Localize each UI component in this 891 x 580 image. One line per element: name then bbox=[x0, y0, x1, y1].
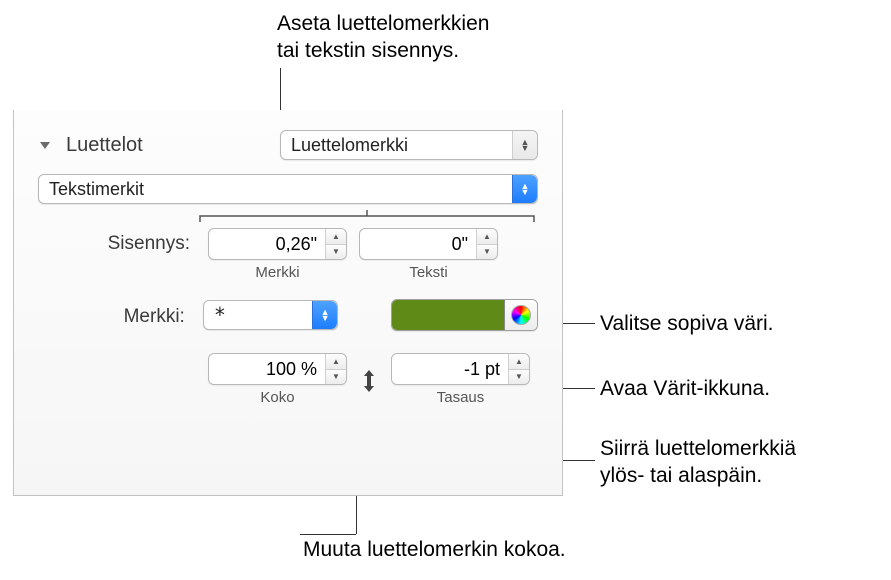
annotation-change-size: Muuta luettelomerkin kokoa. bbox=[303, 536, 566, 563]
open-colors-button[interactable] bbox=[505, 300, 537, 330]
annotation-choose-color: Valitse sopiva väri. bbox=[600, 310, 774, 337]
text-indent-input[interactable] bbox=[360, 234, 476, 255]
stepper-down-icon[interactable]: ▼ bbox=[326, 369, 346, 385]
stepper-up-icon[interactable]: ▲ bbox=[509, 354, 529, 369]
bullet-char-popup[interactable]: * ▲▼ bbox=[203, 300, 338, 330]
bullet-indent-input[interactable] bbox=[209, 234, 325, 255]
disclosure-down-icon[interactable] bbox=[38, 138, 52, 152]
stepper-up-icon[interactable]: ▲ bbox=[326, 354, 346, 369]
stepper-up-icon[interactable]: ▲ bbox=[477, 229, 497, 244]
updown-arrows-icon: ▲▼ bbox=[312, 301, 337, 329]
color-well[interactable] bbox=[392, 300, 505, 330]
bullet-align-input[interactable] bbox=[392, 359, 508, 380]
bullet-indent-field[interactable]: ▲ ▼ bbox=[208, 228, 347, 260]
updown-arrows-icon: ▲▼ bbox=[512, 131, 537, 159]
section-title: Luettelot bbox=[60, 134, 272, 157]
updown-arrows-icon: ▲▼ bbox=[512, 175, 537, 203]
align-sublabel: Tasaus bbox=[437, 389, 485, 406]
stepper-down-icon[interactable]: ▼ bbox=[326, 244, 346, 260]
stepper-down-icon[interactable]: ▼ bbox=[477, 244, 497, 260]
text-indent-field[interactable]: ▲ ▼ bbox=[359, 228, 498, 260]
bullet-align-field[interactable]: ▲ ▼ bbox=[391, 353, 530, 385]
indent-bracket bbox=[38, 210, 538, 224]
bullet-indent-sublabel: Merkki bbox=[255, 264, 299, 281]
bullet-size-input[interactable] bbox=[209, 359, 325, 380]
bullet-size-field[interactable]: ▲ ▼ bbox=[208, 353, 347, 385]
lists-panel: Luettelot Luettelomerkki ▲▼ Tekstimerkit… bbox=[13, 110, 563, 496]
annotation-open-colors: Avaa Värit-ikkuna. bbox=[600, 375, 770, 402]
popup-label: Tekstimerkit bbox=[39, 179, 512, 200]
annotation-set-indent: Aseta luettelomerkkien tai tekstin sisen… bbox=[277, 10, 489, 65]
color-wheel-icon bbox=[511, 305, 531, 325]
stepper-down-icon[interactable]: ▼ bbox=[509, 369, 529, 385]
annotation-move-bullet: Siirrä luettelomerkkiä ylös- tai alaspäi… bbox=[600, 435, 796, 490]
bullet-indent-stepper[interactable]: ▲ ▼ bbox=[325, 229, 346, 259]
list-type-popup[interactable]: Luettelomerkki ▲▼ bbox=[280, 130, 538, 160]
bullet-size-stepper[interactable]: ▲ ▼ bbox=[325, 354, 346, 384]
text-indent-stepper[interactable]: ▲ ▼ bbox=[476, 229, 497, 259]
popup-label: Luettelomerkki bbox=[281, 135, 512, 156]
popup-label: * bbox=[204, 303, 312, 327]
callout-line bbox=[300, 534, 356, 535]
stepper-up-icon[interactable]: ▲ bbox=[326, 229, 346, 244]
text-indent-sublabel: Teksti bbox=[409, 264, 447, 281]
size-sublabel: Koko bbox=[260, 389, 294, 406]
vertical-arrows-icon bbox=[359, 368, 379, 394]
bullet-align-stepper[interactable]: ▲ ▼ bbox=[508, 354, 529, 384]
bullet-color-group bbox=[391, 299, 538, 331]
character-label: Merkki: bbox=[38, 303, 191, 328]
bullet-style-popup[interactable]: Tekstimerkit ▲▼ bbox=[38, 174, 538, 204]
indent-label: Sisennys: bbox=[38, 228, 196, 255]
